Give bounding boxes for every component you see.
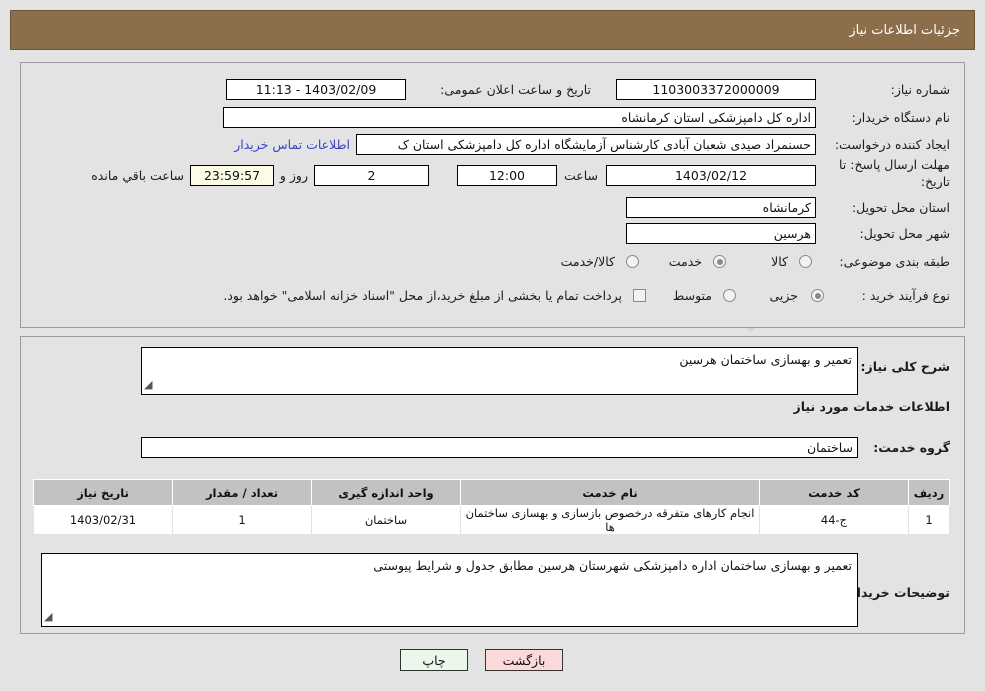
th-service-name: نام خدمت (460, 479, 760, 506)
cell-service-name: انجام کارهای متفرقه درخصوص بازسازی و بهس… (460, 505, 760, 535)
cell-service-code: ج-44 (759, 505, 909, 535)
payment-note-text: پرداخت تمام یا بخشی از مبلغ خرید،از محل … (223, 288, 622, 303)
delivery-province-label: استان محل تحویل: (851, 200, 950, 215)
deadline-date-value: 1403/02/12 (606, 165, 816, 186)
page-title: جزئیات اطلاعات نیاز (849, 22, 960, 38)
category-option-label-kala-khedmat: کالا/خدمت (560, 254, 615, 269)
remaining-time-suffix: ساعت باقي مانده (91, 168, 184, 183)
deadline-hour-value: 12:00 (457, 165, 557, 186)
category-label: طبقه بندی موضوعی: (839, 254, 950, 269)
remaining-days-unit: روز و (279, 168, 308, 183)
deadline-label: مهلت ارسال پاسخ: تا تاریخ: (839, 157, 950, 189)
purchase-option-label-motevasset: متوسط (672, 288, 712, 303)
th-service-code: کد خدمت (759, 479, 909, 506)
general-desc-value: تعمیر و بهسازی ساختمان هرسین (679, 352, 852, 367)
table-header-row: ردیف کد خدمت نام خدمت واحد اندازه گیری ت… (33, 479, 950, 506)
table-row: 1 ج-44 انجام کارهای متفرقه درخصوص بازساز… (33, 505, 950, 535)
delivery-city-value: هرسین (626, 223, 816, 244)
remaining-days-value: 2 (314, 165, 429, 186)
resize-grip-icon[interactable]: ◣ (144, 377, 152, 394)
need-details-panel: شرح کلی نیاز: تعمیر و بهسازی ساختمان هرس… (20, 336, 965, 634)
services-table: ردیف کد خدمت نام خدمت واحد اندازه گیری ت… (33, 479, 950, 535)
th-unit: واحد اندازه گیری (311, 479, 461, 506)
cell-unit: ساختمان (311, 505, 461, 535)
buyer-org-label: نام دستگاه خریدار: (851, 110, 950, 125)
islamic-treasury-payment-checkbox[interactable] (633, 289, 646, 302)
print-button[interactable]: چاپ (400, 649, 468, 671)
category-option-label-khedmat: خدمت (668, 254, 702, 269)
back-button[interactable]: بازگشت (485, 649, 563, 671)
requester-value: حسنمراد صیدی شعبان آبادی کارشناس آزمایشگ… (356, 134, 816, 155)
delivery-province-value: کرمانشاه (626, 197, 816, 218)
need-summary-panel: شماره نیاز: 1103003372000009 تاریخ و ساع… (20, 62, 965, 328)
announce-datetime-label: تاریخ و ساعت اعلان عمومی: (440, 82, 591, 97)
buyer-notes-label: توضیحات خریدار: (844, 585, 950, 600)
announce-datetime-value: 1403/02/09 - 11:13 (226, 79, 406, 100)
services-info-heading: اطلاعات خدمات مورد نیاز (793, 399, 951, 414)
category-radio-kala-khedmat[interactable] (626, 255, 639, 268)
cell-row-no: 1 (908, 505, 950, 535)
cell-quantity: 1 (172, 505, 312, 535)
th-need-date: تاریخ نیاز (33, 479, 173, 506)
cell-need-date: 1403/02/31 (33, 505, 173, 535)
resize-grip-icon[interactable]: ◣ (44, 609, 52, 626)
category-radio-kala[interactable] (799, 255, 812, 268)
service-group-value: ساختمان (141, 437, 858, 458)
th-quantity: تعداد / مقدار (172, 479, 312, 506)
window-title-bar: جزئیات اطلاعات نیاز (10, 10, 975, 50)
need-number-label: شماره نیاز: (890, 82, 950, 97)
deadline-hour-label: ساعت (563, 168, 598, 183)
th-row-no: ردیف (908, 479, 950, 506)
purchase-radio-motevasset[interactable] (723, 289, 736, 302)
category-radio-khedmat[interactable] (713, 255, 726, 268)
purchase-type-label: نوع فرآیند خرید : (861, 288, 950, 303)
buyer-org-value: اداره کل دامپزشکی استان کرمانشاه (223, 107, 816, 128)
buyer-contact-link[interactable]: اطلاعات تماس خریدار (234, 137, 350, 152)
delivery-city-label: شهر محل تحویل: (859, 226, 950, 241)
purchase-radio-jozei[interactable] (811, 289, 824, 302)
buyer-notes-textarea[interactable]: تعمیر و بهسازی ساختمان اداره دامپزشکی شه… (41, 553, 858, 627)
remaining-time-value: 23:59:57 (190, 165, 274, 186)
services-table-head: ردیف کد خدمت نام خدمت واحد اندازه گیری ت… (33, 479, 950, 506)
services-table-body: 1 ج-44 انجام کارهای متفرقه درخصوص بازساز… (33, 505, 950, 535)
service-group-label: گروه خدمت: (873, 440, 950, 455)
purchase-option-label-jozei: جزیی (769, 288, 798, 303)
category-option-label-kala: کالا (771, 254, 788, 269)
buyer-notes-value: تعمیر و بهسازی ساختمان اداره دامپزشکی شه… (373, 558, 852, 573)
requester-label: ایجاد کننده درخواست: (834, 137, 950, 152)
general-desc-textarea[interactable]: تعمیر و بهسازی ساختمان هرسین ◣ (141, 347, 858, 395)
need-number-value: 1103003372000009 (616, 79, 816, 100)
general-desc-label: شرح کلی نیاز: (860, 359, 950, 374)
